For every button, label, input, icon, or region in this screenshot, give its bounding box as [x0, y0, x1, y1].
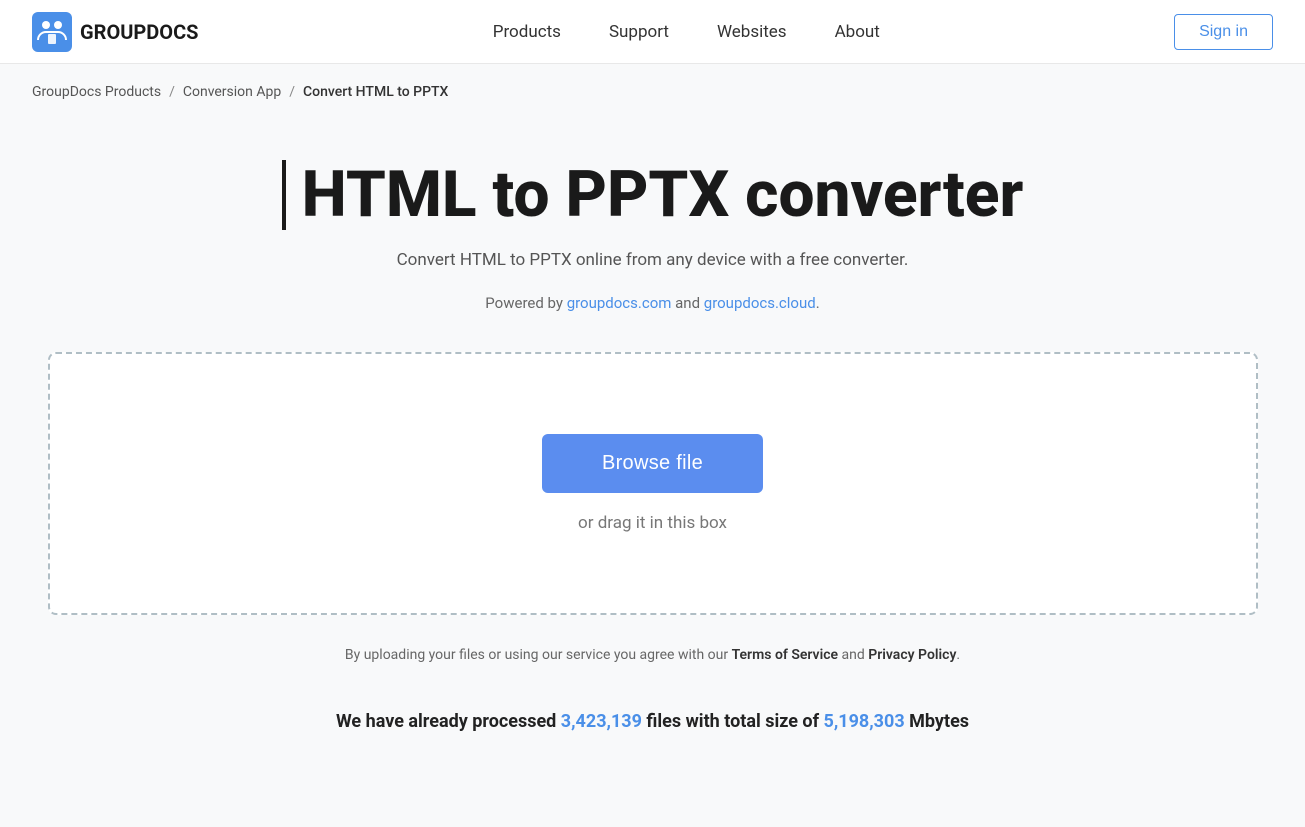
main-nav: Products Support Websites About: [493, 22, 880, 42]
main-content: HTML to PPTX converter Convert HTML to P…: [0, 120, 1305, 792]
stats-prefix: We have already processed: [336, 711, 561, 732]
page-subtitle: Convert HTML to PPTX online from any dev…: [397, 250, 909, 270]
privacy-policy-link[interactable]: Privacy Policy: [868, 647, 956, 663]
site-header: GROUPDOCS Products Support Websites Abou…: [0, 0, 1305, 64]
breadcrumb-home[interactable]: GroupDocs Products: [32, 84, 161, 100]
nav-products[interactable]: Products: [493, 22, 561, 42]
terms-and: and: [838, 647, 868, 663]
stats-files-count: 3,423,139: [561, 711, 642, 732]
powered-by-end: .: [816, 294, 820, 312]
logo-area: GROUPDOCS: [32, 12, 199, 52]
browse-file-button[interactable]: Browse file: [542, 434, 763, 493]
powered-by-prefix: Powered by: [485, 294, 566, 312]
groupdocs-cloud-link[interactable]: groupdocs.cloud: [704, 294, 816, 312]
stats-text: We have already processed 3,423,139 file…: [336, 711, 969, 732]
nav-support[interactable]: Support: [609, 22, 669, 42]
nav-websites[interactable]: Websites: [717, 22, 787, 42]
file-drop-zone[interactable]: Browse file or drag it in this box: [48, 352, 1258, 615]
drag-text: or drag it in this box: [578, 513, 727, 533]
terms-notice: By uploading your files or using our ser…: [345, 647, 960, 663]
stats-suffix: Mbytes: [905, 711, 969, 732]
stats-size-count: 5,198,303: [824, 711, 905, 732]
powered-by-and: and: [671, 294, 703, 312]
groupdocs-logo-icon: [32, 12, 72, 52]
breadcrumb: GroupDocs Products / Conversion App / Co…: [0, 64, 1305, 120]
nav-about[interactable]: About: [835, 22, 880, 42]
breadcrumb-sep-1: /: [169, 84, 175, 100]
terms-prefix: By uploading your files or using our ser…: [345, 647, 732, 663]
logo-text: GROUPDOCS: [80, 20, 199, 44]
terms-of-service-link[interactable]: Terms of Service: [732, 647, 838, 663]
breadcrumb-conversion-app[interactable]: Conversion App: [183, 84, 281, 100]
page-title: HTML to PPTX converter: [282, 160, 1024, 230]
groupdocs-com-link[interactable]: groupdocs.com: [567, 294, 672, 312]
powered-by: Powered by groupdocs.com and groupdocs.c…: [485, 294, 819, 312]
signin-button[interactable]: Sign in: [1174, 14, 1273, 50]
terms-suffix: .: [956, 647, 960, 663]
stats-middle: files with total size of: [642, 711, 824, 732]
breadcrumb-current: Convert HTML to PPTX: [303, 84, 448, 100]
breadcrumb-sep-2: /: [289, 84, 295, 100]
